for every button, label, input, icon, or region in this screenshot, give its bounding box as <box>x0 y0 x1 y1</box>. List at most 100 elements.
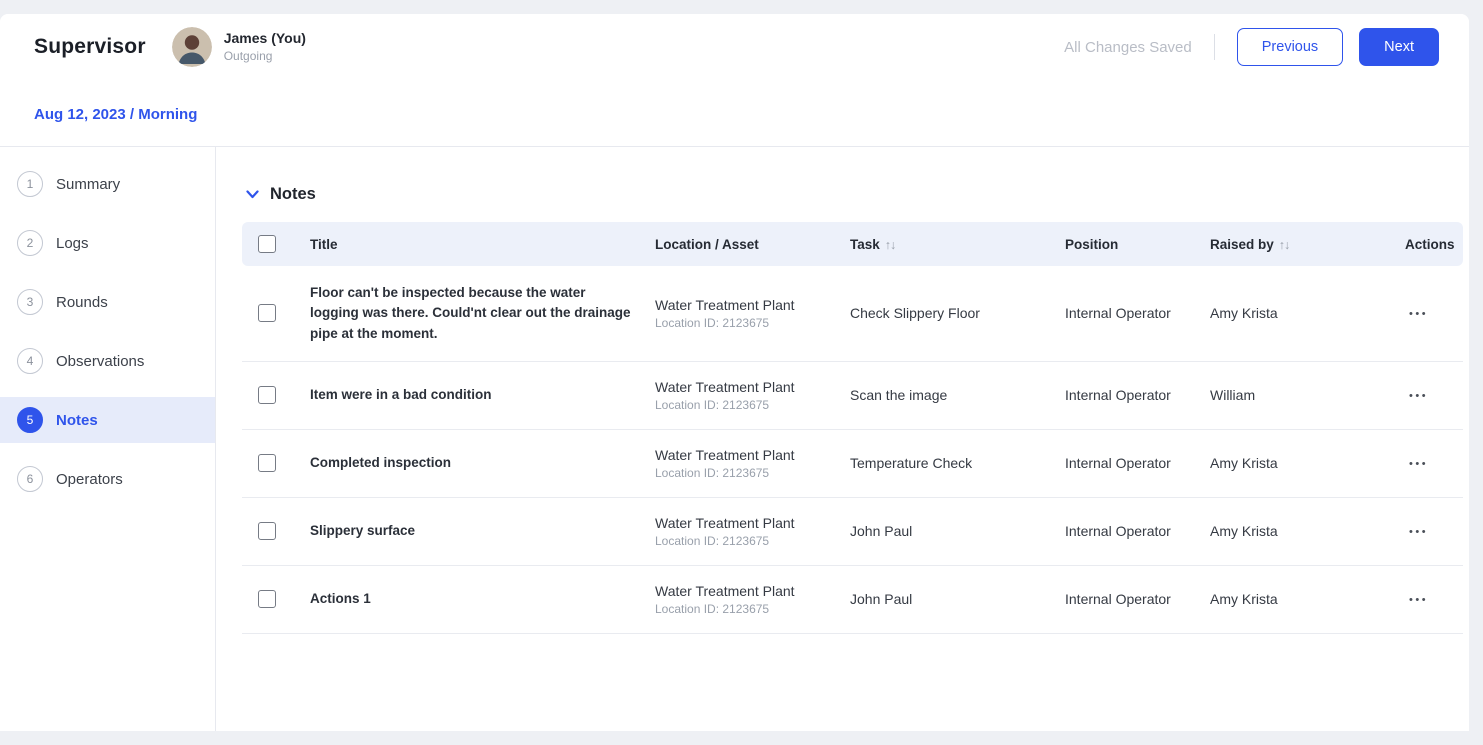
sidebar-item-notes[interactable]: 5 Notes <box>0 397 215 443</box>
raised-by-cell: William <box>1198 361 1393 429</box>
step-number: 2 <box>17 230 43 256</box>
task-cell: John Paul <box>838 497 1053 565</box>
row-actions-button[interactable]: ••• <box>1405 524 1432 540</box>
previous-button[interactable]: Previous <box>1237 28 1343 66</box>
sidebar-item-observations[interactable]: 4 Observations <box>0 338 215 384</box>
row-checkbox[interactable] <box>258 522 276 540</box>
step-number-label: 4 <box>27 354 34 368</box>
section-title: Notes <box>270 185 316 204</box>
position-cell: Internal Operator <box>1053 266 1198 361</box>
table-row: Item were in a bad condition Water Treat… <box>242 361 1463 429</box>
chevron-down-icon[interactable] <box>246 190 259 199</box>
task-cell: Check Slippery Floor <box>838 266 1053 361</box>
note-title: Floor can't be inspected because the wat… <box>310 283 631 344</box>
note-title: Completed inspection <box>310 453 631 473</box>
user-name: James (You) <box>224 30 306 48</box>
main-card: Supervisor James (You) Outgoing All Chan… <box>0 14 1469 731</box>
location-name: Water Treatment Plant <box>655 515 826 531</box>
next-button[interactable]: Next <box>1359 28 1439 66</box>
user-status: Outgoing <box>224 49 306 64</box>
column-raised-by-label: Raised by <box>1210 237 1274 252</box>
location-name: Water Treatment Plant <box>655 297 826 313</box>
position-cell: Internal Operator <box>1053 361 1198 429</box>
location-name: Water Treatment Plant <box>655 447 826 463</box>
sidebar-item-rounds[interactable]: 3 Rounds <box>0 279 215 325</box>
sidebar-steps: 1 Summary 2 Logs 3 Rounds 4 Observations… <box>0 147 216 731</box>
avatar <box>172 27 212 67</box>
notes-table-body: Floor can't be inspected because the wat… <box>242 266 1463 633</box>
raised-by-cell: Amy Krista <box>1198 429 1393 497</box>
location-id: Location ID: 2123675 <box>655 602 826 616</box>
row-checkbox[interactable] <box>258 304 276 322</box>
row-actions-button[interactable]: ••• <box>1405 306 1432 322</box>
location-id: Location ID: 2123675 <box>655 398 826 412</box>
step-number-label: 5 <box>27 413 34 427</box>
step-number-label: 6 <box>27 472 34 486</box>
row-checkbox[interactable] <box>258 454 276 472</box>
sort-icon[interactable]: ↑↓ <box>1279 238 1290 252</box>
header-divider <box>1214 34 1215 60</box>
save-status: All Changes Saved <box>1064 39 1192 56</box>
date-shift-label: Aug 12, 2023 / Morning <box>34 106 197 123</box>
content: 1 Summary 2 Logs 3 Rounds 4 Observations… <box>0 147 1469 731</box>
note-title: Item were in a bad condition <box>310 385 631 405</box>
column-location-label: Location / Asset <box>655 237 759 252</box>
location-id: Location ID: 2123675 <box>655 316 826 330</box>
step-number: 4 <box>17 348 43 374</box>
column-task-label: Task <box>850 237 880 252</box>
header-right: All Changes Saved Previous Next <box>1064 28 1439 66</box>
column-title-label: Title <box>310 237 338 252</box>
row-actions-button[interactable]: ••• <box>1405 388 1432 404</box>
row-checkbox[interactable] <box>258 590 276 608</box>
sidebar-item-label: Observations <box>56 353 144 370</box>
sidebar-item-label: Logs <box>56 235 89 252</box>
column-title: Title <box>298 222 643 266</box>
sort-icon[interactable]: ↑↓ <box>885 238 896 252</box>
location-id: Location ID: 2123675 <box>655 466 826 480</box>
raised-by-cell: Amy Krista <box>1198 497 1393 565</box>
step-number: 3 <box>17 289 43 315</box>
table-row: Slippery surface Water Treatment Plant L… <box>242 497 1463 565</box>
position-cell: Internal Operator <box>1053 429 1198 497</box>
sidebar-item-label: Operators <box>56 471 123 488</box>
notes-section-head: Notes <box>246 185 1441 204</box>
sidebar-item-operators[interactable]: 6 Operators <box>0 456 215 502</box>
column-actions: Actions <box>1393 222 1463 266</box>
step-number-label: 3 <box>27 295 34 309</box>
table-row: Floor can't be inspected because the wat… <box>242 266 1463 361</box>
column-position: Position <box>1053 222 1198 266</box>
row-actions-button[interactable]: ••• <box>1405 592 1432 608</box>
raised-by-cell: Amy Krista <box>1198 565 1393 633</box>
sidebar-item-logs[interactable]: 2 Logs <box>0 220 215 266</box>
date-bar: Aug 12, 2023 / Morning <box>0 80 1469 147</box>
location-name: Water Treatment Plant <box>655 583 826 599</box>
step-number: 1 <box>17 171 43 197</box>
select-all-checkbox[interactable] <box>258 235 276 253</box>
notes-table-head: Title Location / Asset Task ↑↓ Position R… <box>242 222 1463 266</box>
location-name: Water Treatment Plant <box>655 379 826 395</box>
task-cell: Temperature Check <box>838 429 1053 497</box>
task-cell: Scan the image <box>838 361 1053 429</box>
task-cell: John Paul <box>838 565 1053 633</box>
sidebar-item-label: Summary <box>56 176 120 193</box>
note-title: Slippery surface <box>310 521 631 541</box>
avatar-image <box>172 27 212 67</box>
location-id: Location ID: 2123675 <box>655 534 826 548</box>
sidebar-item-summary[interactable]: 1 Summary <box>0 161 215 207</box>
column-raised-by[interactable]: Raised by ↑↓ <box>1198 222 1393 266</box>
sidebar-item-label: Notes <box>56 412 98 429</box>
column-position-label: Position <box>1065 237 1118 252</box>
row-actions-button[interactable]: ••• <box>1405 456 1432 472</box>
row-checkbox[interactable] <box>258 386 276 404</box>
notes-table: Title Location / Asset Task ↑↓ Position R… <box>242 222 1463 634</box>
step-number: 6 <box>17 466 43 492</box>
main-panel: Notes Title Location / Asset Task ↑↓ Posi… <box>216 147 1469 731</box>
column-task[interactable]: Task ↑↓ <box>838 222 1053 266</box>
step-number: 5 <box>17 407 43 433</box>
table-row: Actions 1 Water Treatment Plant Location… <box>242 565 1463 633</box>
note-title: Actions 1 <box>310 589 631 609</box>
column-actions-label: Actions <box>1405 237 1455 252</box>
table-row: Completed inspection Water Treatment Pla… <box>242 429 1463 497</box>
user-block: James (You) Outgoing <box>224 30 306 65</box>
position-cell: Internal Operator <box>1053 497 1198 565</box>
